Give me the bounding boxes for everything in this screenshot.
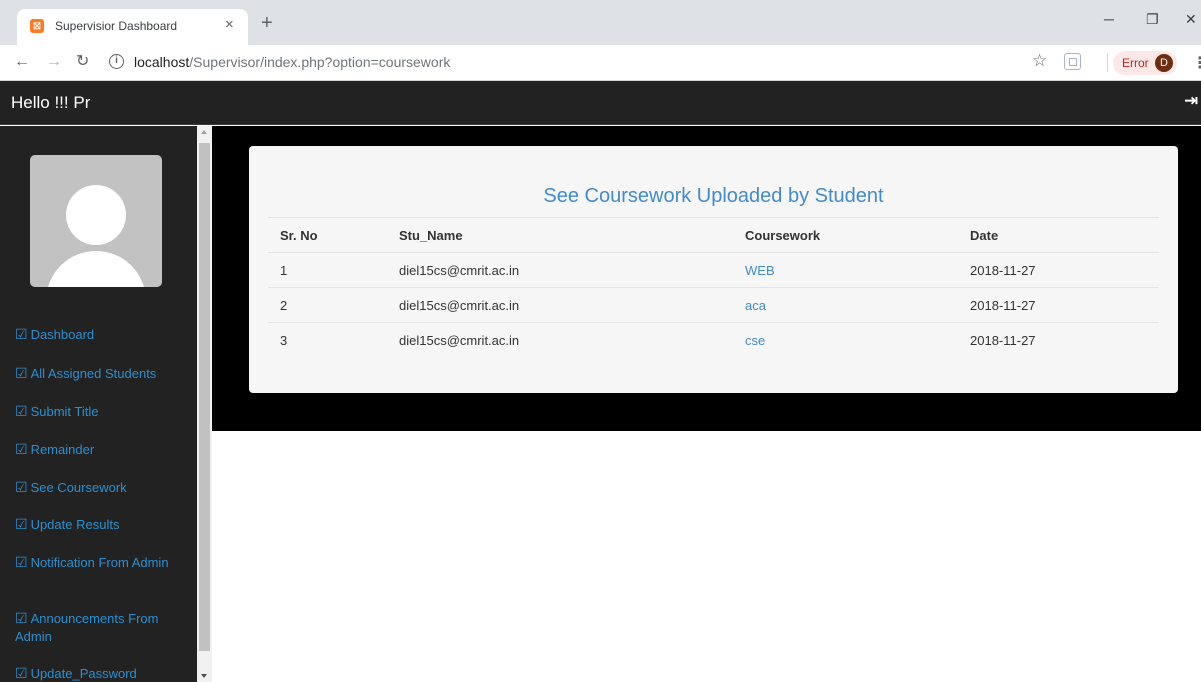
bookmark-star-icon[interactable]: ☆ (1032, 51, 1047, 71)
column-header-stu-name: Stu_Name (387, 217, 733, 253)
forward-arrow-icon[interactable]: → (46, 52, 62, 72)
coursework-table: Sr. No Stu_Name Coursework Date 1 diel15… (268, 217, 1159, 358)
edit-square-icon: ☑ (15, 441, 28, 457)
new-tab-button[interactable]: + (261, 13, 273, 33)
edit-square-icon: ☑ (15, 479, 28, 495)
table-row: 2 diel15cs@cmrit.ac.in aca 2018-11-27 (268, 287, 1159, 323)
panel-title: See Coursework Uploaded by Student (543, 185, 884, 207)
column-header-coursework: Coursework (733, 217, 958, 253)
cell-sr-no: 2 (268, 287, 387, 323)
sidebar-item-dashboard[interactable]: ☑ Dashboard (15, 325, 187, 344)
edit-square-icon: ☑ (15, 665, 28, 681)
profile-avatar: D (1155, 54, 1173, 72)
edit-square-icon: ☑ (15, 610, 28, 626)
edit-square-icon: ☑ (15, 403, 28, 419)
cell-stu-name: diel15cs@cmrit.ac.in (387, 322, 733, 358)
browser-toolbar: ← → ↻ i localhost/Supervisor/index.php?o… (0, 45, 1201, 81)
cell-date: 2018-11-27 (958, 322, 1159, 358)
cell-sr-no: 1 (268, 252, 387, 288)
profile-avatar-placeholder (30, 155, 162, 287)
xampp-favicon-icon: ⛝ (30, 19, 44, 33)
reload-icon[interactable]: ↻ (76, 52, 89, 72)
table-row: 3 diel15cs@cmrit.ac.in cse 2018-11-27 (268, 322, 1159, 358)
profile-error-chip[interactable]: Error D (1113, 51, 1177, 75)
coursework-link[interactable]: cse (745, 333, 765, 348)
column-header-date: Date (958, 217, 1159, 253)
sidebar: ☑ Dashboard ☑ All Assigned Students ☑ Submi… (0, 126, 197, 682)
scroll-up-arrow-icon[interactable] (201, 130, 207, 134)
avatar-head (66, 185, 126, 245)
table-row: 1 diel15cs@cmrit.ac.in WEB 2018-11-27 (268, 252, 1159, 288)
url-text[interactable]: localhost/Supervisor/index.php?option=co… (134, 54, 450, 70)
sidebar-item-remainder[interactable]: ☑ Remainder (15, 440, 187, 459)
table-header-row: Sr. No Stu_Name Coursework Date (268, 217, 1159, 253)
address-bar[interactable]: i localhost/Supervisor/index.php?option=… (104, 50, 1201, 76)
sidebar-scrollbar[interactable] (197, 126, 212, 682)
coursework-link[interactable]: aca (745, 298, 766, 313)
browser-menu-icon[interactable]: ⋮ (1192, 53, 1201, 73)
navbar-brand[interactable]: Hello !!! Pr (11, 93, 90, 113)
edit-square-icon: ☑ (15, 554, 28, 570)
site-info-icon[interactable]: i (109, 54, 124, 69)
cell-date: 2018-11-27 (958, 287, 1159, 323)
edit-square-icon: ☑ (15, 365, 28, 381)
tab-title: Supervisior Dashboard (55, 19, 178, 33)
restore-icon[interactable]: ❐ (1146, 11, 1159, 27)
minimize-icon[interactable]: ─ (1104, 11, 1114, 27)
avatar-body (46, 251, 146, 287)
sidebar-item-see-coursework[interactable]: ☑ See Coursework (15, 478, 187, 497)
cell-stu-name: diel15cs@cmrit.ac.in (387, 252, 733, 288)
toolbar-divider (1107, 54, 1108, 72)
sidebar-item-update-password[interactable]: ☑ Update_Password (15, 664, 187, 682)
cell-sr-no: 3 (268, 322, 387, 358)
logout-icon[interactable]: ⇥ (1184, 91, 1198, 111)
window-close-icon[interactable]: ✕ (1185, 11, 1197, 27)
scrollbar-thumb[interactable] (199, 143, 210, 651)
sidebar-item-update-results[interactable]: ☑ Update Results (15, 515, 187, 534)
browser-tab-strip: ⛝ Supervisior Dashboard × + ─ ❐ ✕ (0, 0, 1201, 45)
scroll-down-arrow-icon[interactable] (201, 674, 207, 678)
column-header-sr-no: Sr. No (268, 217, 387, 253)
sidebar-item-all-assigned-students[interactable]: ☑ All Assigned Students (15, 364, 187, 383)
sidebar-item-submit-title[interactable]: ☑ Submit Title (15, 402, 187, 421)
cell-stu-name: diel15cs@cmrit.ac.in (387, 287, 733, 323)
top-navbar: Hello !!! Pr ⇥ (0, 81, 1201, 125)
sidebar-item-announcements-from-admin[interactable]: ☑ Announcements From Admin (15, 609, 187, 646)
coursework-panel: See Coursework Uploaded by Student Sr. N… (249, 146, 1178, 393)
edit-square-icon: ☑ (15, 516, 28, 532)
browser-tab-active[interactable]: ⛝ Supervisior Dashboard × (17, 9, 248, 45)
coursework-link[interactable]: WEB (745, 263, 775, 278)
cell-date: 2018-11-27 (958, 252, 1159, 288)
back-arrow-icon[interactable]: ← (14, 52, 30, 72)
sidebar-item-notification-from-admin[interactable]: ☑ Notification From Admin (15, 553, 187, 572)
tab-close-icon[interactable]: × (225, 17, 234, 33)
extension-icon[interactable] (1064, 53, 1081, 70)
edit-square-icon: ☑ (15, 326, 28, 342)
